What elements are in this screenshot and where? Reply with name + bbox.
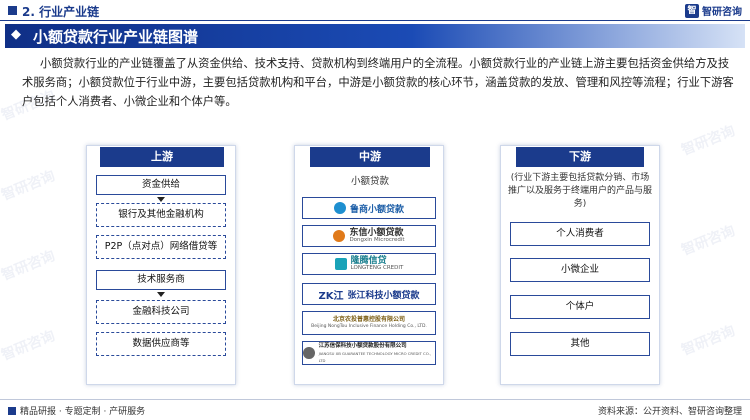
xinbao-logo-icon xyxy=(303,347,315,359)
company-logo: 鲁商小额贷款 xyxy=(302,197,436,219)
upstream-group-title: 资金供给 xyxy=(96,175,226,195)
company-name: 隆腾信贷 xyxy=(350,255,387,266)
watermark: 智研咨询 xyxy=(0,248,58,284)
footer-tagline: 精品研报 · 专题定制 · 产研服务 xyxy=(20,407,146,417)
upstream-item: 数据供应商等 xyxy=(96,332,226,356)
midstream-header: 中游 xyxy=(310,147,430,167)
downstream-header: 下游 xyxy=(516,147,644,167)
upstream-item: 银行及其他金融机构 xyxy=(96,203,226,227)
company-name: 东信小额贷款 xyxy=(349,227,404,238)
page-title: 小额贷款行业产业链图谱 xyxy=(33,28,199,46)
company-subname: Dongxin Microcredit xyxy=(349,236,405,243)
dongxin-logo-icon xyxy=(333,230,346,242)
watermark: 智研咨询 xyxy=(0,328,58,364)
lushang-logo-icon xyxy=(333,202,346,214)
title-banner: ◆ 小额贷款行业产业链图谱 xyxy=(5,24,745,48)
company-name: 江苏信保科技小额贷款股份有限公司 xyxy=(318,342,407,349)
section-title: 2. 行业产业链 xyxy=(22,5,100,19)
watermark: 智研咨询 xyxy=(0,168,58,204)
company-logo: 北京农投普惠控股有限公司 Beijing NongTou Inclusive F… xyxy=(302,311,436,335)
arrow-down-icon xyxy=(157,197,165,202)
company-name: 北京农投普惠控股有限公司 xyxy=(332,316,405,323)
footer-divider xyxy=(0,399,750,400)
downstream-note: (行业下游主要包括贷款分销、市场推广以及服务于终端用户的产品与服务) xyxy=(508,173,653,209)
watermark: 智研咨询 xyxy=(679,223,738,259)
arrow-down-icon xyxy=(157,292,165,297)
upstream-header: 上游 xyxy=(100,147,224,167)
zhangjiang-logo-icon: ZK江 xyxy=(318,290,344,302)
company-logo: 江苏信保科技小额贷款股份有限公司 JIANGSU XB GUARANTEE TE… xyxy=(302,341,436,365)
footer-square-icon xyxy=(8,406,16,415)
brand-logo-icon: 智 xyxy=(685,3,699,18)
diamond-icon: ◆ xyxy=(11,27,21,42)
downstream-item: 其他 xyxy=(510,332,650,356)
upstream-item: 金融科技公司 xyxy=(96,300,226,324)
longteng-logo-icon xyxy=(334,258,347,270)
company-logo: 隆腾信贷 LONGTENG CREDIT xyxy=(302,253,436,275)
top-bar: 2. 行业产业链 智 智研咨询 xyxy=(0,0,750,22)
intro-paragraph: 小额贷款行业的产业链覆盖了从资金供给、技术支持、贷款机构到终端用户的全流程。小额… xyxy=(22,57,734,108)
watermark: 智研咨询 xyxy=(679,323,738,359)
company-subname: JIANGSU XB GUARANTEE TECHNOLOGY MICRO CR… xyxy=(318,350,431,363)
downstream-item: 个体户 xyxy=(510,295,650,319)
company-subname: LONGTENG CREDIT xyxy=(350,264,404,271)
top-divider xyxy=(0,20,750,21)
company-name: 张江科技小额贷款 xyxy=(347,290,420,301)
company-logo: 东信小额贷款 Dongxin Microcredit xyxy=(302,225,436,247)
footer: 精品研报 · 专题定制 · 产研服务 资料来源：公开资料、智研咨询整理 xyxy=(0,401,750,420)
upstream-item: P2P（点对点）网络借贷等 xyxy=(96,235,226,259)
brand-name: 智研咨询 xyxy=(702,7,742,18)
company-name: 鲁商小额贷款 xyxy=(349,204,404,215)
company-subname: Beijing NongTou Inclusive Finance Holdin… xyxy=(311,324,427,329)
downstream-item: 个人消费者 xyxy=(510,222,650,246)
midstream-subtitle: 小额贷款 xyxy=(350,176,389,187)
section-bullet-icon xyxy=(8,6,17,15)
footer-left: 精品研报 · 专题定制 · 产研服务 xyxy=(8,404,145,417)
source-note: 资料来源：公开资料、智研咨询整理 xyxy=(597,407,742,417)
downstream-item: 小微企业 xyxy=(510,258,650,282)
company-logo: ZK江 张江科技小额贷款 xyxy=(302,283,436,305)
brand-logo: 智 智研咨询 xyxy=(685,3,742,18)
watermark: 智研咨询 xyxy=(679,123,738,159)
upstream-group-title: 技术服务商 xyxy=(96,270,226,290)
